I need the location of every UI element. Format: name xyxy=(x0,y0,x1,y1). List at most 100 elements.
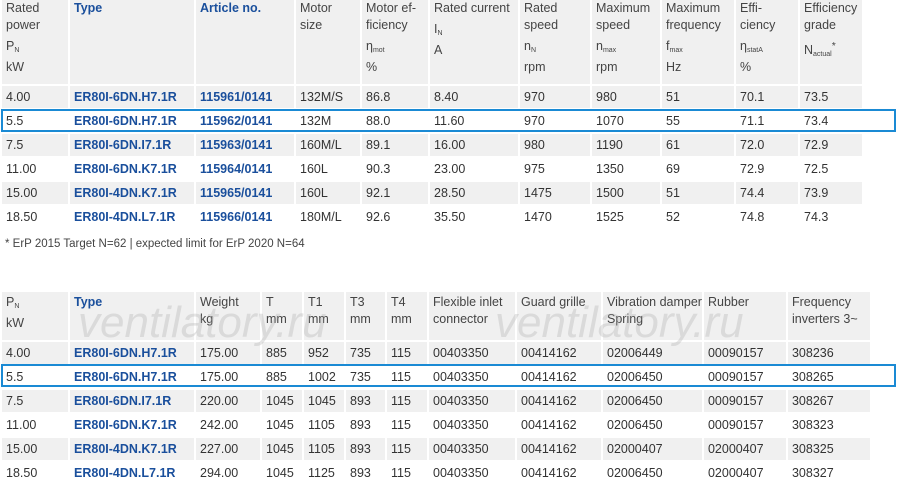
type-link[interactable]: ER80I-6DN.H7.1R xyxy=(70,364,194,388)
header-text: T3 xyxy=(350,295,365,309)
table-cell: 980 xyxy=(592,84,660,108)
symbol: η xyxy=(740,39,747,53)
table-cell: 180M/L xyxy=(296,204,360,228)
table-header-row: Rated power PN kW Type Article no. Motor size Mo… xyxy=(2,0,862,84)
table-cell: 893 xyxy=(346,460,385,484)
table-cell: 72.9 xyxy=(736,156,798,180)
column-header: Type xyxy=(70,292,194,340)
table-cell: 86.8 xyxy=(362,84,428,108)
header-line: Frequency xyxy=(792,294,870,311)
symbol-subscript: statA xyxy=(746,47,763,54)
table-cell: 115 xyxy=(387,436,427,460)
header-line: Spring xyxy=(607,312,644,326)
type-link[interactable]: ER80I-6DN.K7.1R xyxy=(70,156,194,180)
article-link[interactable]: 115966/0141 xyxy=(196,204,294,228)
table-cell: 1525 xyxy=(592,204,660,228)
table-cell: 975 xyxy=(520,156,590,180)
type-link[interactable]: ER80I-4DN.K7.1R xyxy=(70,436,194,460)
header-symbol: ηmot xyxy=(366,38,428,59)
type-link[interactable]: ER80I-6DN.H7.1R xyxy=(70,340,194,364)
column-header: Effi-ciency ηstatA% xyxy=(736,0,798,84)
table-cell: 00403350 xyxy=(429,364,515,388)
header-line: power xyxy=(6,18,41,32)
table-cell: 35.50 xyxy=(430,204,518,228)
table-cell: 00403350 xyxy=(429,436,515,460)
article-link[interactable]: 115964/0141 xyxy=(196,156,294,180)
table-cell: 970 xyxy=(520,84,590,108)
column-header: Rated speed nN rpm xyxy=(520,0,590,84)
table-cell: 72.5 xyxy=(800,156,862,180)
article-link[interactable]: 115963/0141 xyxy=(196,132,294,156)
table-cell: 02006450 xyxy=(603,388,702,412)
table-cell: 4.00 xyxy=(2,340,68,364)
table-row: 11.00 ER80I-6DN.K7.1R 242.00 1045 1105 893 115… xyxy=(2,412,870,436)
type-link[interactable]: ER80I-6DN.K7.1R xyxy=(70,412,194,436)
header-unit: kW xyxy=(6,60,25,74)
table-cell: 4.00 xyxy=(2,84,68,108)
header-symbol: fmax xyxy=(666,38,734,59)
type-link[interactable]: ER80I-4DN.L7.1R xyxy=(70,204,194,228)
performance-table: Rated power PN kW Type Article no. Motor size Mo… xyxy=(0,0,864,228)
header-line: mm xyxy=(266,312,287,326)
table-cell: 1470 xyxy=(520,204,590,228)
table-cell: 00090157 xyxy=(703,388,786,412)
table-cell: 1002 xyxy=(304,364,344,388)
table-cell: 02000407 xyxy=(603,436,702,460)
header-line: T xyxy=(266,294,302,311)
header-line: Maximum xyxy=(596,1,651,15)
table-cell: 160L xyxy=(296,156,360,180)
table-cell: 1500 xyxy=(592,180,660,204)
type-link[interactable]: ER80I-6DN.I7.1R xyxy=(70,132,194,156)
table-cell: 28.50 xyxy=(430,180,518,204)
table-cell: 89.1 xyxy=(362,132,428,156)
table-cell: 132M/S xyxy=(296,84,360,108)
type-link[interactable]: ER80I-6DN.H7.1R xyxy=(70,84,194,108)
table-cell: 74.8 xyxy=(736,204,798,228)
table-cell: 92.6 xyxy=(362,204,428,228)
table-cell: 885 xyxy=(262,340,302,364)
header-text: Frequency xyxy=(791,295,852,309)
table-cell: 73.5 xyxy=(800,84,862,108)
table-cell: 1350 xyxy=(592,156,660,180)
article-link[interactable]: 115962/0141 xyxy=(196,108,294,132)
table-cell: 02000407 xyxy=(703,436,786,460)
header-unit: Hz xyxy=(666,60,682,74)
type-link[interactable]: ER80I-4DN.L7.1R xyxy=(70,460,194,484)
header-unit: % xyxy=(366,60,378,74)
header-symbol: nmax xyxy=(596,38,660,59)
header-line: Rated xyxy=(524,1,558,15)
table-row: 7.5 ER80I-6DN.I7.1R 220.00 1045 1045 893 115 00… xyxy=(2,388,870,412)
type-link[interactable]: ER80I-6DN.I7.1R xyxy=(70,388,194,412)
header-symbol: ηstatA xyxy=(740,38,798,59)
table-cell: 7.5 xyxy=(2,388,68,412)
column-header: Rubber xyxy=(703,292,786,340)
table-cell: 115 xyxy=(387,412,427,436)
column-header: Tmm xyxy=(262,292,302,340)
article-link[interactable]: 115961/0141 xyxy=(196,84,294,108)
table-cell: 308327 xyxy=(787,460,870,484)
column-header: Maximum speed nmax rpm xyxy=(592,0,660,84)
header-symbol: Nactual* xyxy=(804,38,862,63)
table-cell: 952 xyxy=(304,340,344,364)
table-cell: 71.1 xyxy=(736,108,798,132)
header-line: mm xyxy=(350,312,371,326)
table-cell: 1190 xyxy=(592,132,660,156)
symbol-subscript: N xyxy=(14,47,20,54)
symbol-subscript: N xyxy=(437,30,443,37)
header-symbol: PN xyxy=(6,38,68,59)
table-cell: 1070 xyxy=(592,108,660,132)
table-row: 11.00 ER80I-6DN.K7.1R 115964/0141 160L 90.3 2… xyxy=(2,156,862,180)
header-line: ciency xyxy=(740,18,776,32)
table-row: 18.50 ER80I-4DN.L7.1R 294.00 1045 1125 893 115… xyxy=(2,460,870,484)
column-header: Efficiency grade Nactual* xyxy=(800,0,862,84)
table-row: 5.5 ER80I-6DN.H7.1R 175.00 885 1002 735 115 004… xyxy=(2,364,870,388)
table-cell: 308267 xyxy=(787,388,870,412)
header-line: connector xyxy=(433,312,488,326)
table-cell: 92.1 xyxy=(362,180,428,204)
article-link[interactable]: 115965/0141 xyxy=(196,180,294,204)
table-cell: 175.00 xyxy=(196,340,260,364)
table-row: 5.5 ER80I-6DN.H7.1R 115962/0141 132M 88.0 11.… xyxy=(2,108,862,132)
column-header: Motor size xyxy=(296,0,360,84)
type-link[interactable]: ER80I-6DN.H7.1R xyxy=(70,108,194,132)
type-link[interactable]: ER80I-4DN.K7.1R xyxy=(70,180,194,204)
